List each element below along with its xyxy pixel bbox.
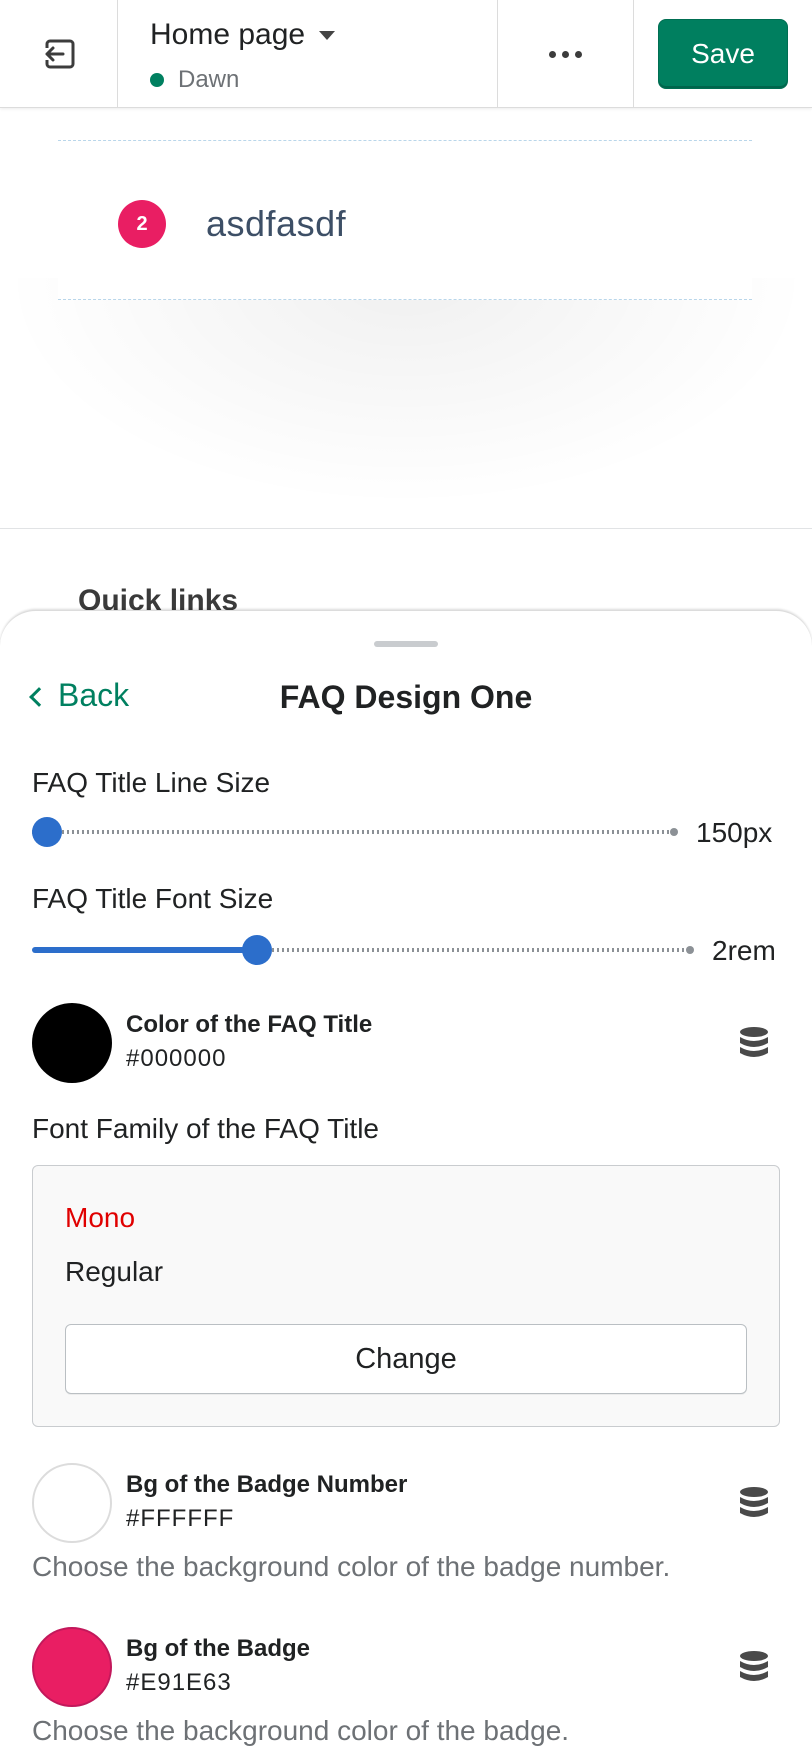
title-color-hex: #000000 [126,1045,227,1072]
title-line-size-label: FAQ Title Line Size [32,767,271,798]
dynamic-source-icon[interactable] [738,1649,770,1685]
badge-number-bg-picker[interactable]: Bg of the Badge Number #FFFFFF [32,1463,780,1543]
badge-number-bg-hex: #FFFFFF [126,1505,235,1532]
slider-fill [32,947,252,953]
slider-track [242,948,688,952]
section-divider [0,528,812,529]
exit-button[interactable] [0,0,118,108]
title-line-size-slider[interactable] [32,817,678,847]
slider-track [32,830,672,834]
faq-preview-card[interactable]: 2 asdfasdf [58,108,752,300]
badge-number-bg-name: Bg of the Badge Number [126,1471,408,1498]
caret-down-icon [319,30,336,40]
badge-bg-swatch[interactable] [32,1627,112,1707]
divider [58,140,752,141]
font-name: Mono [65,1202,136,1233]
badge-number-bg-help: Choose the background color of the badge… [32,1551,671,1582]
title-font-size-label: FAQ Title Font Size [32,883,274,914]
settings-sheet: Back FAQ Design One FAQ Title Line Size … [0,610,812,1754]
slider-track-end [686,946,694,954]
badge-bg-hex: #E91E63 [126,1669,232,1696]
slider-thumb[interactable] [32,817,62,847]
preview-shadow [0,278,812,508]
sheet-title: FAQ Design One [279,679,533,715]
dynamic-source-icon[interactable] [738,1025,770,1061]
title-line-size-value: 150px [696,817,773,848]
font-picker: Mono Regular Change [32,1165,780,1427]
faq-question: asdfasdf [206,203,347,244]
slider-track-end [670,828,678,836]
title-color-name: Color of the FAQ Title [126,1011,373,1038]
sheet-drag-handle[interactable] [374,641,438,647]
more-actions-button[interactable] [498,0,634,108]
title-font-size-value: 2rem [712,935,776,966]
dynamic-source-icon[interactable] [738,1485,770,1521]
font-style: Regular [65,1256,164,1287]
faq-badge-number: 2 [118,200,166,248]
exit-icon [41,39,74,69]
badge-number-bg-swatch[interactable] [32,1463,112,1543]
page-title: Home page [150,18,306,51]
title-font-size-slider[interactable] [32,935,694,965]
badge-bg-picker[interactable]: Bg of the Badge #E91E63 [32,1627,780,1707]
badge-bg-help: Choose the background color of the badge… [32,1715,570,1746]
slider-thumb[interactable] [242,935,272,965]
title-color-picker[interactable]: Color of the FAQ Title #000000 [32,1003,780,1083]
font-family-label: Font Family of the FAQ Title [32,1113,380,1144]
save-button[interactable]: Save [658,19,788,89]
theme-name: Dawn [178,66,240,93]
page-selector[interactable]: Home page Dawn [118,0,498,108]
status-dot [150,73,164,87]
faq-item[interactable]: 2 asdfasdf [118,200,346,248]
theme-preview: 2 asdfasdf [0,108,812,529]
badge-bg-name: Bg of the Badge [126,1635,310,1662]
title-color-swatch[interactable] [32,1003,112,1083]
change-font-button[interactable]: Change [65,1324,747,1394]
editor-top-bar: Home page Dawn Save [0,0,812,108]
more-horizontal-icon [549,50,582,58]
